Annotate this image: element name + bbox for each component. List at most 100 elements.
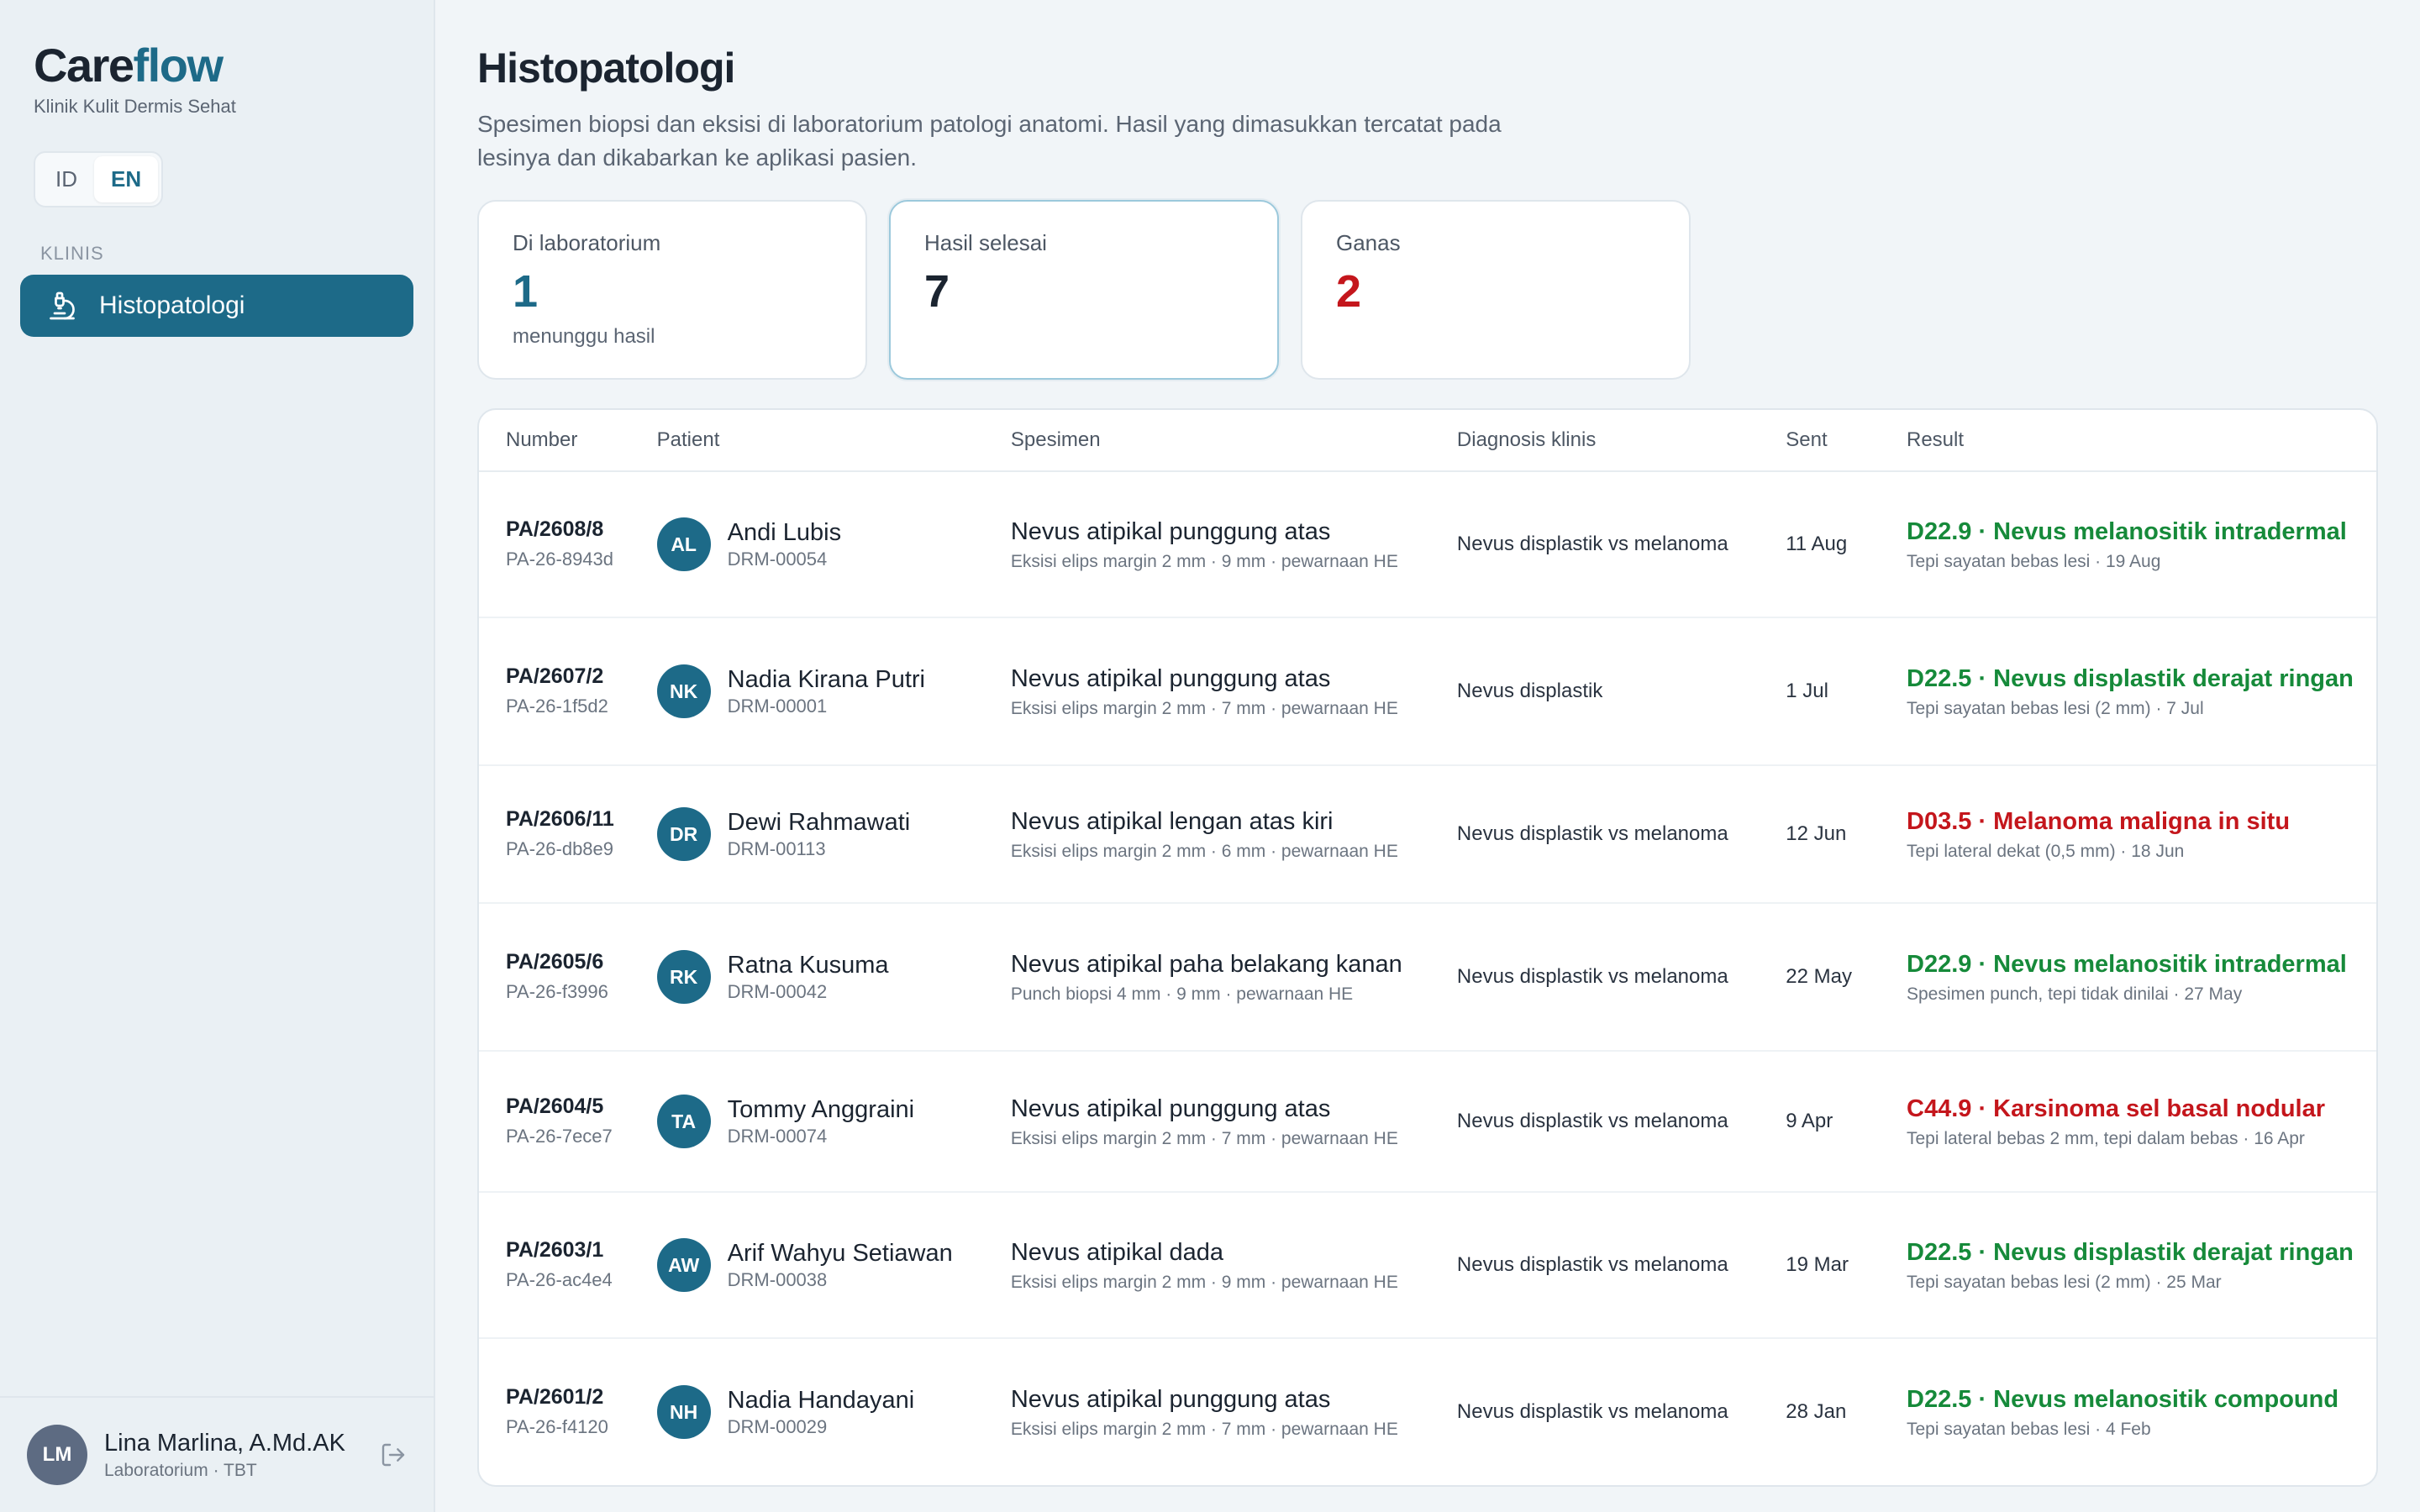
main-content: Histopatologi Spesimen biopsi dan eksisi… (435, 0, 2420, 1512)
sent-date: 28 Jan (1786, 1400, 1847, 1423)
patient-cell: NK Nadia Kirana Putri DRM-00001 (656, 664, 1011, 718)
result-detail: Tepi sayatan bebas lesi (2 mm) · 25 Mar (1907, 1272, 2222, 1292)
stat-value: 1 (513, 266, 539, 317)
specimen-title: Nevus atipikal punggung atas (1010, 1095, 1331, 1122)
clinical-diagnosis: Nevus displastik vs melanoma (1456, 533, 1728, 555)
result-diagnosis: D22.5 · Nevus displastik derajat ringan (1907, 664, 2354, 692)
patient-mrn: DRM-00038 (727, 1268, 828, 1290)
specimen-uid: PA-26-f4120 (506, 1415, 608, 1437)
specimen-detail: Eksisi elips margin 2 mm · 6 mm · pewarn… (1010, 841, 1398, 861)
specimen-detail: Eksisi elips margin 2 mm · 9 mm · pewarn… (1010, 551, 1398, 571)
table-body: PA/2608/8 PA-26-8943d AL Andi Lubis DRM-… (479, 472, 2376, 1485)
table-row[interactable]: PA/2606/11 PA-26-db8e9 DR Dewi Rahmawati… (479, 766, 2376, 904)
specimen-detail: Eksisi elips margin 2 mm · 7 mm · pewarn… (1010, 1128, 1398, 1148)
patient-mrn: DRM-00054 (727, 548, 828, 570)
sent-date: 9 Apr (1786, 1110, 1833, 1132)
clinical-diagnosis: Nevus displastik vs melanoma (1456, 822, 1728, 845)
logout-icon[interactable] (380, 1441, 407, 1468)
specimen-title: Nevus atipikal lengan atas kiri (1010, 807, 1334, 835)
patient-avatar: NK (656, 664, 711, 718)
specimen-title: Nevus atipikal punggung atas (1010, 664, 1331, 692)
stat-card-malignant[interactable]: Ganas 2 (1301, 200, 1691, 380)
result-diagnosis: D22.5 · Nevus melanositik compound (1907, 1385, 2339, 1413)
result-detail: Tepi sayatan bebas lesi · 4 Feb (1907, 1419, 2151, 1439)
specimen-detail: Eksisi elips margin 2 mm · 9 mm · pewarn… (1010, 1272, 1398, 1292)
stats-row: Di laboratorium 1 menunggu hasil Hasil s… (477, 200, 2378, 380)
patient-name[interactable]: Nadia Kirana Putri (728, 666, 925, 694)
specimen-number: PA/2607/2 (506, 664, 604, 688)
specimen-title: Nevus atipikal punggung atas (1010, 1385, 1331, 1413)
patient-mrn: DRM-00001 (727, 695, 828, 717)
lang-en-button[interactable]: EN (94, 156, 159, 202)
clinic-name: Klinik Kulit Dermis Sehat (34, 96, 236, 117)
stat-label: Ganas (1336, 230, 1401, 255)
col-spesimen[interactable]: Spesimen (1011, 428, 1457, 452)
patient-name[interactable]: Andi Lubis (728, 519, 841, 547)
patient-mrn: DRM-00029 (727, 1415, 828, 1437)
patient-avatar: AL (656, 517, 711, 571)
table-row[interactable]: PA/2603/1 PA-26-ac4e4 AW Arif Wahyu Seti… (479, 1193, 2376, 1339)
specimen-title: Nevus atipikal punggung atas (1010, 517, 1331, 545)
sent-date: 1 Jul (1786, 680, 1828, 702)
col-result[interactable]: Result (1907, 428, 2376, 452)
microscope-icon (50, 291, 75, 320)
patient-name[interactable]: Tommy Anggraini (728, 1096, 914, 1124)
specimen-uid: PA-26-8943d (506, 548, 614, 570)
brand-logo[interactable]: Careflow (20, 40, 413, 91)
user-role: Laboratorium · TBT (104, 1460, 257, 1480)
patient-name[interactable]: Nadia Handayani (728, 1387, 914, 1415)
sent-date: 22 May (1786, 965, 1852, 988)
page-description: Spesimen biopsi dan eksisi di laboratori… (477, 111, 1502, 171)
sent-date: 12 Jun (1786, 822, 1847, 845)
patient-cell: TA Tommy Anggraini DRM-00074 (656, 1095, 1011, 1148)
result-detail: Tepi sayatan bebas lesi (2 mm) · 7 Jul (1907, 698, 2204, 718)
stat-label: Di laboratorium (513, 230, 661, 255)
specimen-detail: Eksisi elips margin 2 mm · 7 mm · pewarn… (1010, 1419, 1398, 1439)
patient-cell: DR Dewi Rahmawati DRM-00113 (656, 807, 1011, 861)
stat-value: 7 (924, 266, 950, 317)
clinical-diagnosis: Nevus displastik vs melanoma (1456, 965, 1728, 988)
table-row[interactable]: PA/2608/8 PA-26-8943d AL Andi Lubis DRM-… (479, 472, 2376, 618)
sidebar-item-histopatologi[interactable]: Histopatologi (20, 275, 413, 337)
result-diagnosis: D22.9 · Nevus melanositik intradermal (1907, 950, 2347, 978)
specimen-uid: PA-26-db8e9 (506, 837, 614, 859)
patient-avatar: RK (656, 950, 711, 1004)
sent-date: 19 Mar (1786, 1253, 1849, 1276)
col-patient[interactable]: Patient (657, 428, 1011, 452)
specimen-uid: PA-26-ac4e4 (506, 1268, 613, 1290)
patient-cell: AL Andi Lubis DRM-00054 (656, 517, 1011, 571)
patient-cell: RK Ratna Kusuma DRM-00042 (656, 950, 1011, 1004)
patient-name[interactable]: Ratna Kusuma (728, 952, 889, 979)
lang-id-button[interactable]: ID (39, 156, 94, 202)
table-row[interactable]: PA/2607/2 PA-26-1f5d2 NK Nadia Kirana Pu… (479, 618, 2376, 766)
specimen-title: Nevus atipikal paha belakang kanan (1010, 950, 1402, 978)
patient-name[interactable]: Dewi Rahmawati (728, 809, 911, 837)
result-detail: Tepi lateral dekat (0,5 mm) · 18 Jun (1907, 841, 2185, 861)
stat-label: Hasil selesai (924, 230, 1047, 255)
col-number[interactable]: Number (479, 428, 657, 452)
stat-sub: menunggu hasil (513, 325, 655, 348)
sidebar: Careflow Klinik Kulit Dermis Sehat ID EN… (0, 0, 435, 1512)
specimen-number: PA/2608/8 (506, 517, 604, 541)
col-diagnosis[interactable]: Diagnosis klinis (1457, 428, 1786, 452)
user-avatar: LM (27, 1425, 87, 1485)
clinical-diagnosis: Nevus displastik vs melanoma (1456, 1253, 1728, 1276)
col-sent[interactable]: Sent (1786, 428, 1907, 452)
patient-avatar: TA (656, 1095, 711, 1148)
clinical-diagnosis: Nevus displastik vs melanoma (1456, 1110, 1728, 1132)
table-row[interactable]: PA/2601/2 PA-26-f4120 NH Nadia Handayani… (479, 1339, 2376, 1485)
result-detail: Spesimen punch, tepi tidak dinilai · 27 … (1907, 984, 2243, 1004)
result-diagnosis: D22.9 · Nevus melanositik intradermal (1907, 517, 2347, 545)
brand-part-2: flow (133, 39, 224, 92)
table-row[interactable]: PA/2604/5 PA-26-7ece7 TA Tommy Anggraini… (479, 1052, 2376, 1193)
sent-date: 11 Aug (1786, 533, 1848, 555)
stat-card-in-lab[interactable]: Di laboratorium 1 menunggu hasil (477, 200, 867, 380)
specimen-detail: Eksisi elips margin 2 mm · 7 mm · pewarn… (1010, 698, 1398, 718)
patient-name[interactable]: Arif Wahyu Setiawan (728, 1240, 953, 1268)
stat-card-completed[interactable]: Hasil selesai 7 (889, 200, 1279, 380)
patient-mrn: DRM-00074 (727, 1125, 828, 1147)
table-row[interactable]: PA/2605/6 PA-26-f3996 RK Ratna Kusuma DR… (479, 904, 2376, 1052)
patient-cell: AW Arif Wahyu Setiawan DRM-00038 (656, 1238, 1011, 1292)
specimen-number: PA/2605/6 (506, 949, 604, 974)
patient-cell: NH Nadia Handayani DRM-00029 (656, 1385, 1011, 1439)
